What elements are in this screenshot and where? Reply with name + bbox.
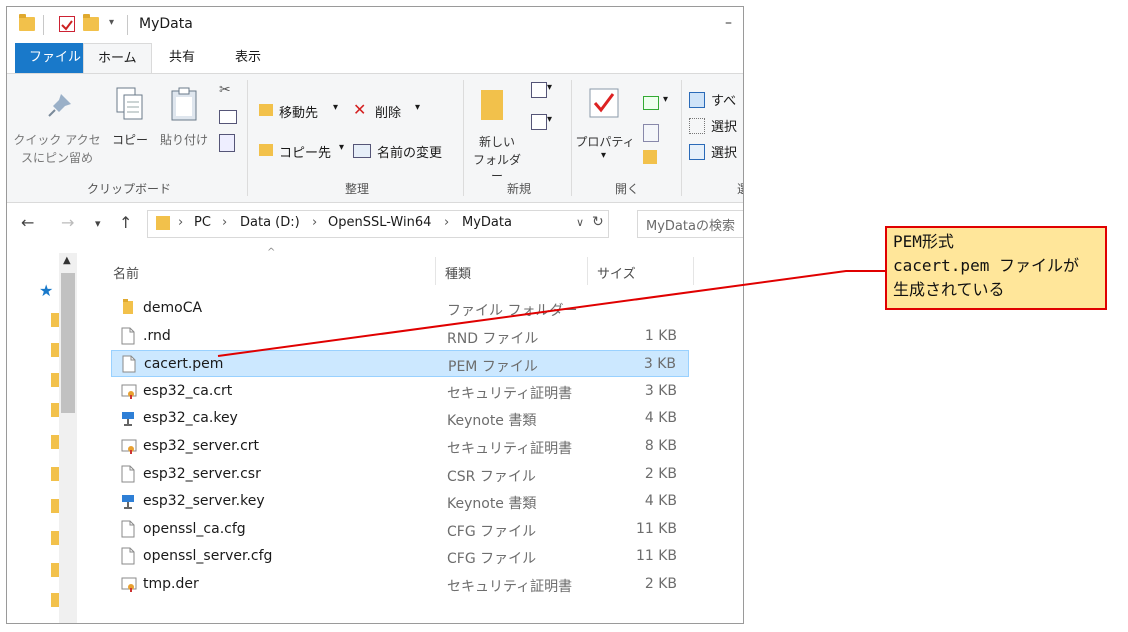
callout-line-1: PEM形式 — [893, 232, 954, 251]
annotation-callout: PEM形式 cacert.pem ファイルが 生成されている — [885, 226, 1107, 310]
callout-pointer-line — [217, 270, 885, 357]
callout-line-2: cacert.pem ファイルが — [893, 256, 1079, 275]
callout-line-3: 生成されている — [893, 280, 1005, 299]
